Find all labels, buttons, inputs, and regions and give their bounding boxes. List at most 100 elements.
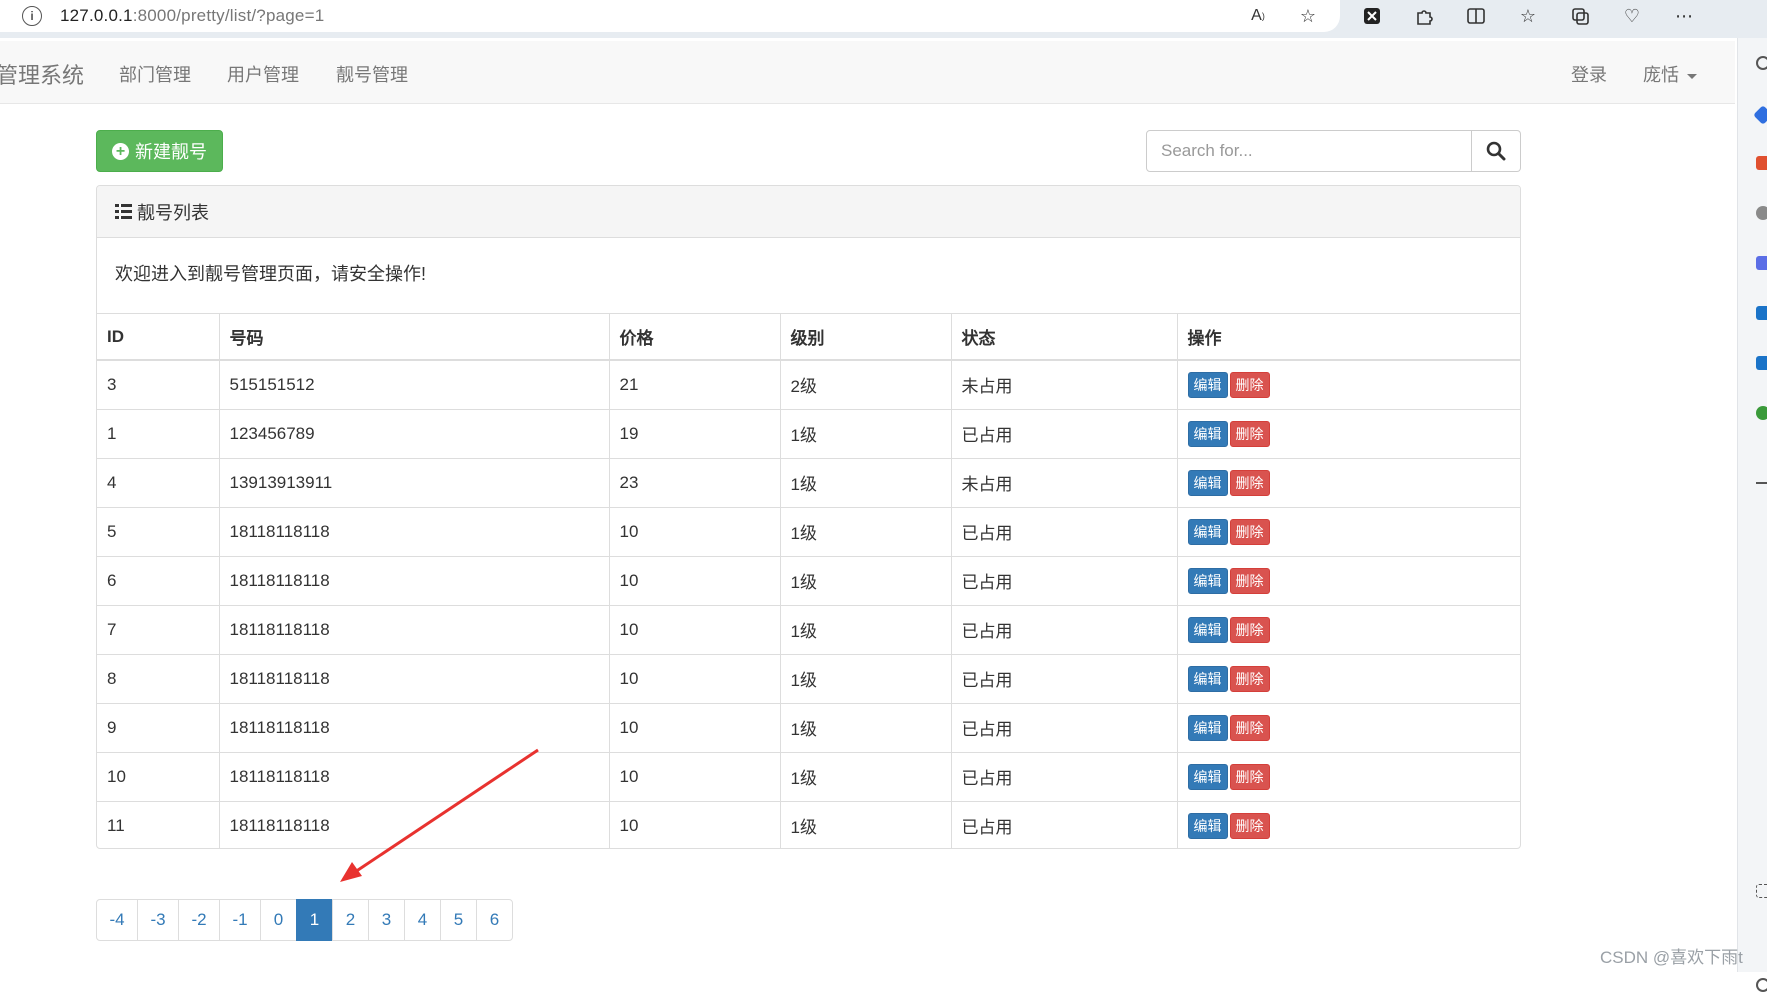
edit-button[interactable]: 编辑 <box>1187 812 1228 839</box>
table-cell: 1级 <box>780 801 952 848</box>
edit-button[interactable]: 编辑 <box>1187 616 1228 643</box>
page-link[interactable]: -4 <box>96 899 138 941</box>
favorites-icon[interactable]: ☆ <box>1516 4 1540 28</box>
browser-sidebar <box>1737 38 1767 992</box>
pretty-number-table: ID 号码 价格 级别 状态 操作 3 515151512 21 2级 未占用 编辑 删除 1… <box>97 314 1520 848</box>
collections-icon[interactable] <box>1568 4 1592 28</box>
sidebar-profile-icon[interactable] <box>1756 206 1767 220</box>
table-cell: 1级 <box>780 556 952 606</box>
column-header: 级别 <box>780 314 952 361</box>
page-link[interactable]: 4 <box>404 899 441 941</box>
delete-button[interactable]: 删除 <box>1229 812 1270 839</box>
column-header: 号码 <box>219 314 610 361</box>
plus-circle-icon: + <box>112 142 129 160</box>
edit-button[interactable]: 编辑 <box>1187 469 1228 496</box>
nav-pretty-numbers[interactable]: 靓号管理 <box>336 61 408 87</box>
url-path: :8000/pretty/list/?page=1 <box>132 6 325 25</box>
table-cell: 10 <box>609 752 781 802</box>
actions-cell: 编辑 删除 <box>1177 409 1520 459</box>
sidebar-screenshot-icon[interactable] <box>1756 884 1767 898</box>
table-cell: 已占用 <box>951 752 1178 802</box>
delete-button[interactable]: 删除 <box>1229 616 1270 643</box>
delete-button[interactable]: 删除 <box>1229 665 1270 692</box>
table-cell: 18118118118 <box>219 605 610 655</box>
delete-button[interactable]: 删除 <box>1229 469 1270 496</box>
sidebar-tree-icon[interactable] <box>1756 406 1767 420</box>
table-cell: 1级 <box>780 654 952 704</box>
table-header-row: ID 号码 价格 级别 状态 操作 <box>97 314 1520 361</box>
page-link[interactable]: 6 <box>476 899 513 941</box>
url-host: 127.0.0.1 <box>60 6 133 25</box>
page-link[interactable]: 2 <box>332 899 369 941</box>
sidebar-add-icon[interactable] <box>1756 482 1767 484</box>
sidebar-send-icon[interactable] <box>1756 356 1767 370</box>
table-cell: 1 <box>97 409 220 459</box>
user-dropdown[interactable]: 庞恬 <box>1643 61 1697 87</box>
address-bar[interactable]: i 127.0.0.1:8000/pretty/list/?page=1 A) … <box>0 0 1340 32</box>
edit-button[interactable]: 编辑 <box>1187 420 1228 447</box>
sidebar-outlook-icon[interactable] <box>1756 306 1767 320</box>
edit-button[interactable]: 编辑 <box>1187 763 1228 790</box>
page-link-current[interactable]: 1 <box>296 899 333 941</box>
sidebar-settings-icon[interactable] <box>1756 978 1767 992</box>
table-cell: 已占用 <box>951 703 1178 753</box>
browser-essentials-icon[interactable]: ♡ <box>1620 4 1644 28</box>
page-link[interactable]: -2 <box>178 899 220 941</box>
sidebar-copilot-icon[interactable] <box>1753 105 1767 125</box>
table-row: 6 18118118118 10 1级 已占用 编辑 删除 <box>97 556 1520 606</box>
pagination: -4 -3 -2 -1 0 1 2 3 4 5 6 <box>96 899 513 941</box>
search-input[interactable] <box>1146 130 1472 172</box>
nav-login[interactable]: 登录 <box>1571 61 1607 87</box>
extension-icon[interactable] <box>1360 4 1384 28</box>
site-info-icon[interactable]: i <box>22 6 42 26</box>
table-cell: 5 <box>97 507 220 557</box>
page-link[interactable]: -1 <box>219 899 261 941</box>
table-cell: 1级 <box>780 703 952 753</box>
table-cell: 18118118118 <box>219 703 610 753</box>
more-menu-icon[interactable]: ⋯ <box>1672 4 1696 28</box>
sidebar-shopping-icon[interactable] <box>1756 156 1767 170</box>
app-navbar: 管理系统 部门管理 用户管理 靓号管理 登录 庞恬 <box>0 41 1735 104</box>
delete-button[interactable]: 删除 <box>1229 763 1270 790</box>
table-cell: 7 <box>97 605 220 655</box>
sidebar-office-icon[interactable] <box>1756 256 1767 270</box>
extensions-puzzle-icon[interactable] <box>1412 4 1436 28</box>
delete-button[interactable]: 删除 <box>1229 420 1270 447</box>
table-cell: 10 <box>609 801 781 848</box>
page-link[interactable]: -3 <box>137 899 179 941</box>
delete-button[interactable]: 删除 <box>1229 518 1270 545</box>
url-text[interactable]: 127.0.0.1:8000/pretty/list/?page=1 <box>60 6 324 26</box>
table-cell: 1级 <box>780 507 952 557</box>
favorite-star-icon[interactable]: ☆ <box>1296 4 1320 28</box>
page-link[interactable]: 0 <box>260 899 297 941</box>
sidebar-search-icon[interactable] <box>1756 56 1767 70</box>
table-cell: 已占用 <box>951 605 1178 655</box>
search-button[interactable] <box>1472 130 1521 172</box>
delete-button[interactable]: 删除 <box>1229 371 1270 398</box>
table-cell: 8 <box>97 654 220 704</box>
edit-button[interactable]: 编辑 <box>1187 714 1228 741</box>
delete-button[interactable]: 删除 <box>1229 714 1270 741</box>
nav-department[interactable]: 部门管理 <box>119 61 191 87</box>
actions-cell: 编辑 删除 <box>1177 801 1520 848</box>
panel-title: 靓号列表 <box>137 202 209 223</box>
nav-users[interactable]: 用户管理 <box>227 61 299 87</box>
page-link[interactable]: 3 <box>368 899 405 941</box>
brand-title[interactable]: 管理系统 <box>0 58 84 90</box>
panel-heading: 靓号列表 <box>97 186 1520 238</box>
actions-cell: 编辑 删除 <box>1177 605 1520 655</box>
split-screen-icon[interactable] <box>1464 4 1488 28</box>
actions-cell: 编辑 删除 <box>1177 752 1520 802</box>
actions-cell: 编辑 删除 <box>1177 507 1520 557</box>
new-pretty-number-button[interactable]: + 新建靓号 <box>96 130 223 172</box>
table-cell: 21 <box>609 360 781 410</box>
delete-button[interactable]: 删除 <box>1229 567 1270 594</box>
read-aloud-icon[interactable]: A) <box>1246 4 1270 28</box>
table-row: 9 18118118118 10 1级 已占用 编辑 删除 <box>97 703 1520 753</box>
edit-button[interactable]: 编辑 <box>1187 518 1228 545</box>
table-cell: 4 <box>97 458 220 508</box>
page-link[interactable]: 5 <box>440 899 477 941</box>
edit-button[interactable]: 编辑 <box>1187 567 1228 594</box>
edit-button[interactable]: 编辑 <box>1187 665 1228 692</box>
edit-button[interactable]: 编辑 <box>1187 371 1228 398</box>
